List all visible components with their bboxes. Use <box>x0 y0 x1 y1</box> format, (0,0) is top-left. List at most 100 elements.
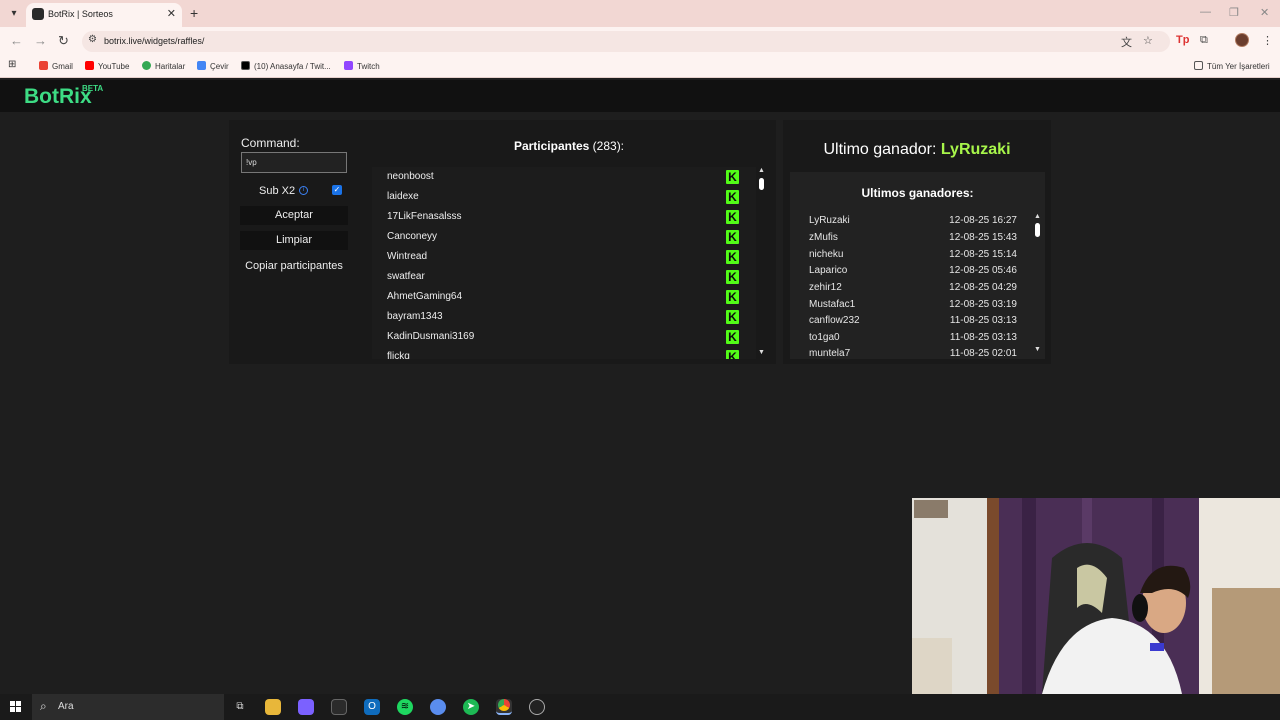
store-icon[interactable] <box>331 699 347 715</box>
bookmarks-bar: ⊞ Gmail YouTube Haritalar Çevir (10) Ana… <box>0 56 1280 78</box>
obs-icon[interactable] <box>529 699 545 715</box>
scroll-up-icon[interactable]: ▲ <box>1034 213 1041 220</box>
tab-search-icon[interactable]: ▾ <box>6 6 22 22</box>
gmail-icon <box>39 61 48 70</box>
extension-tp-icon[interactable]: Tp <box>1176 34 1189 46</box>
winners-history[interactable]: Ultimos ganadores: LyRuzaki 12-08-25 16:2… <box>790 172 1045 359</box>
back-icon[interactable]: ← <box>10 33 23 48</box>
reload-icon[interactable]: ↻ <box>58 33 69 49</box>
copilot-icon[interactable] <box>298 699 314 715</box>
info-icon[interactable]: i <box>299 186 308 195</box>
scroll-up-icon[interactable]: ▲ <box>758 167 765 174</box>
participants-scrollbar[interactable]: ▲ ▼ <box>757 167 765 359</box>
participant-name: Wintread <box>387 251 428 262</box>
kick-icon: K <box>726 350 739 359</box>
bookmark-gmail[interactable]: Gmail <box>39 61 73 71</box>
webcam-overlay <box>912 498 1280 694</box>
winners-history-title: Ultimos ganadores: <box>861 186 974 200</box>
windows-start-icon[interactable] <box>10 701 22 713</box>
participant-name: laidexe <box>387 191 419 202</box>
winners-scrollbar[interactable]: ▲ ▼ <box>1033 213 1041 356</box>
minimize-icon[interactable]: — <box>1200 6 1211 18</box>
clear-button[interactable]: Limpiar <box>240 231 348 250</box>
copy-participants-button[interactable]: Copiar participantes <box>240 257 348 276</box>
command-label: Command: <box>241 136 300 150</box>
extensions-puzzle-icon[interactable]: ⧉ <box>1200 34 1208 47</box>
command-input[interactable] <box>241 152 347 173</box>
list-item: flickq K <box>372 347 756 359</box>
browser-tab[interactable]: BotRix | Sorteos ✕ <box>26 3 182 27</box>
close-tab-icon[interactable]: ✕ <box>167 7 176 20</box>
taskbar-search[interactable]: ⌕ Ara <box>32 694 224 720</box>
participant-name: AhmetGaming64 <box>387 291 463 302</box>
participant-name: swatfear <box>387 271 425 282</box>
forward-icon[interactable]: → <box>34 33 47 48</box>
list-item: KadinDusmani3169 K <box>372 327 756 347</box>
participant-name: flickq <box>387 351 410 359</box>
kick-icon: K <box>726 250 739 264</box>
list-item: neonboost K <box>372 167 756 187</box>
table-row: nicheku 12-08-25 15:14 <box>809 249 1017 260</box>
scroll-thumb[interactable] <box>1035 223 1040 237</box>
all-bookmarks[interactable]: Tüm Yer İşaretleri <box>1194 61 1270 71</box>
participants-list[interactable]: neonboost K laidexe K 17LikFenasalsss K Can… <box>372 167 756 359</box>
new-tab-icon[interactable]: + <box>190 5 198 21</box>
sub-x2-label: Sub X2 <box>259 185 296 197</box>
bookmark-translate[interactable]: Çevir <box>197 61 229 71</box>
kick-icon: K <box>726 270 739 284</box>
translate-icon[interactable]: 文 <box>1121 34 1132 50</box>
kick-icon: K <box>726 210 739 224</box>
list-item: bayram1343 K <box>372 307 756 327</box>
table-row: muntela7 11-08-25 02:01 <box>809 348 1017 359</box>
table-row: LyRuzaki 12-08-25 16:27 <box>809 215 1017 226</box>
profile-avatar[interactable] <box>1235 33 1249 47</box>
list-item: 17LikFenasalsss K <box>372 207 756 227</box>
list-item: Wintread K <box>372 247 756 267</box>
bookmark-twitter[interactable]: (10) Anasayfa / Twit... <box>241 61 331 71</box>
search-icon: ⌕ <box>40 699 47 713</box>
url-text[interactable]: botrix.live/widgets/raffles/ <box>104 36 204 46</box>
bookmark-maps[interactable]: Haritalar <box>142 61 185 71</box>
sub-x2-checkbox[interactable]: ✓ <box>332 185 342 195</box>
kick-icon: K <box>726 170 739 184</box>
kick-icon: K <box>726 190 739 204</box>
translate-app-icon <box>197 61 206 70</box>
participants-title: Participantes (283): <box>513 139 625 153</box>
scroll-down-icon[interactable]: ▼ <box>758 349 765 356</box>
site-header: BotRix BETA <box>0 80 1280 112</box>
apps-grid-icon[interactable]: ⊞ <box>8 59 16 70</box>
accept-button[interactable]: Aceptar <box>240 206 348 225</box>
bookmark-twitch[interactable]: Twitch <box>344 61 380 71</box>
file-explorer-icon[interactable] <box>265 699 281 715</box>
tab-strip: ▾ BotRix | Sorteos ✕ + — ❐ ✕ <box>0 0 1280 27</box>
table-row: zehir12 12-08-25 04:29 <box>809 282 1017 293</box>
botrix-favicon-icon <box>32 8 44 20</box>
table-row: Mustafac1 12-08-25 03:19 <box>809 299 1017 310</box>
scroll-thumb[interactable] <box>759 178 764 190</box>
menu-kebab-icon[interactable]: ⋮ <box>1262 34 1273 47</box>
close-window-icon[interactable]: ✕ <box>1260 6 1269 19</box>
paper-plane-app-icon[interactable]: ➤ <box>463 699 479 715</box>
app-circle-icon[interactable] <box>430 699 446 715</box>
list-item: Canconeyy K <box>372 227 756 247</box>
maps-pin-icon <box>142 61 151 70</box>
tab-title: BotRix | Sorteos <box>48 9 113 19</box>
site-settings-icon[interactable]: ⚙ <box>88 34 97 45</box>
last-winner-name: LyRuzaki <box>940 141 1011 158</box>
scroll-down-icon[interactable]: ▼ <box>1034 346 1041 353</box>
bookmark-youtube[interactable]: YouTube <box>85 61 129 71</box>
address-bar[interactable]: ⚙ botrix.live/widgets/raffles/ <box>82 31 1170 52</box>
chrome-icon[interactable] <box>496 699 512 715</box>
spotify-icon[interactable]: ≋ <box>397 699 413 715</box>
table-row: zMufis 12-08-25 15:43 <box>809 232 1017 243</box>
maximize-icon[interactable]: ❐ <box>1229 6 1239 19</box>
outlook-icon[interactable]: O <box>364 699 380 715</box>
folder-icon <box>1194 61 1203 70</box>
beta-badge: BETA <box>82 84 104 93</box>
list-item: AhmetGaming64 K <box>372 287 756 307</box>
bookmark-star-icon[interactable]: ☆ <box>1143 34 1153 47</box>
kick-icon: K <box>726 330 739 344</box>
last-winner: Ultimo ganador: LyRuzaki <box>823 141 1011 158</box>
task-view-icon[interactable]: ⧉ <box>232 699 248 715</box>
kick-icon: K <box>726 310 739 324</box>
